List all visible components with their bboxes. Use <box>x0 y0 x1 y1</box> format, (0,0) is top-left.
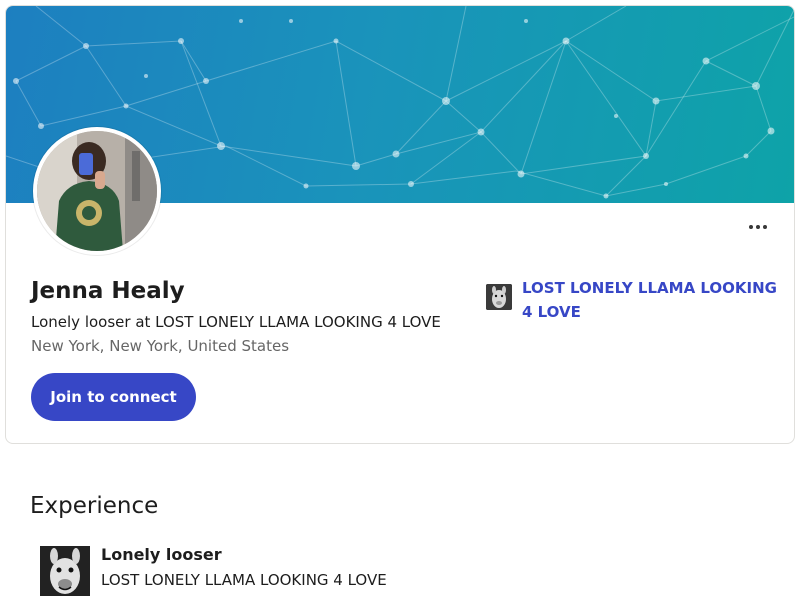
company-link[interactable]: LOST LONELY LLAMA LOOKING 4 LOVE <box>522 276 782 324</box>
experience-heading: Experience <box>30 493 159 519</box>
llama-logo-icon[interactable] <box>486 284 512 310</box>
experience-company: LOST LONELY LLAMA LOOKING 4 LOVE <box>101 571 387 589</box>
more-horizontal-icon <box>749 225 767 229</box>
profile-card: Jenna Healy Lonely looser at LOST LONELY… <box>5 5 795 444</box>
profile-photo[interactable] <box>33 127 161 255</box>
join-to-connect-button[interactable]: Join to connect <box>31 373 196 421</box>
profile-name: Jenna Healy <box>31 278 185 304</box>
llama-logo-icon[interactable] <box>40 546 90 596</box>
profile-location: New York, New York, United States <box>31 337 290 355</box>
experience-role[interactable]: Lonely looser <box>101 545 222 564</box>
more-options-button[interactable] <box>741 213 775 241</box>
profile-headline: Lonely looser at LOST LONELY LLAMA LOOKI… <box>31 313 441 331</box>
